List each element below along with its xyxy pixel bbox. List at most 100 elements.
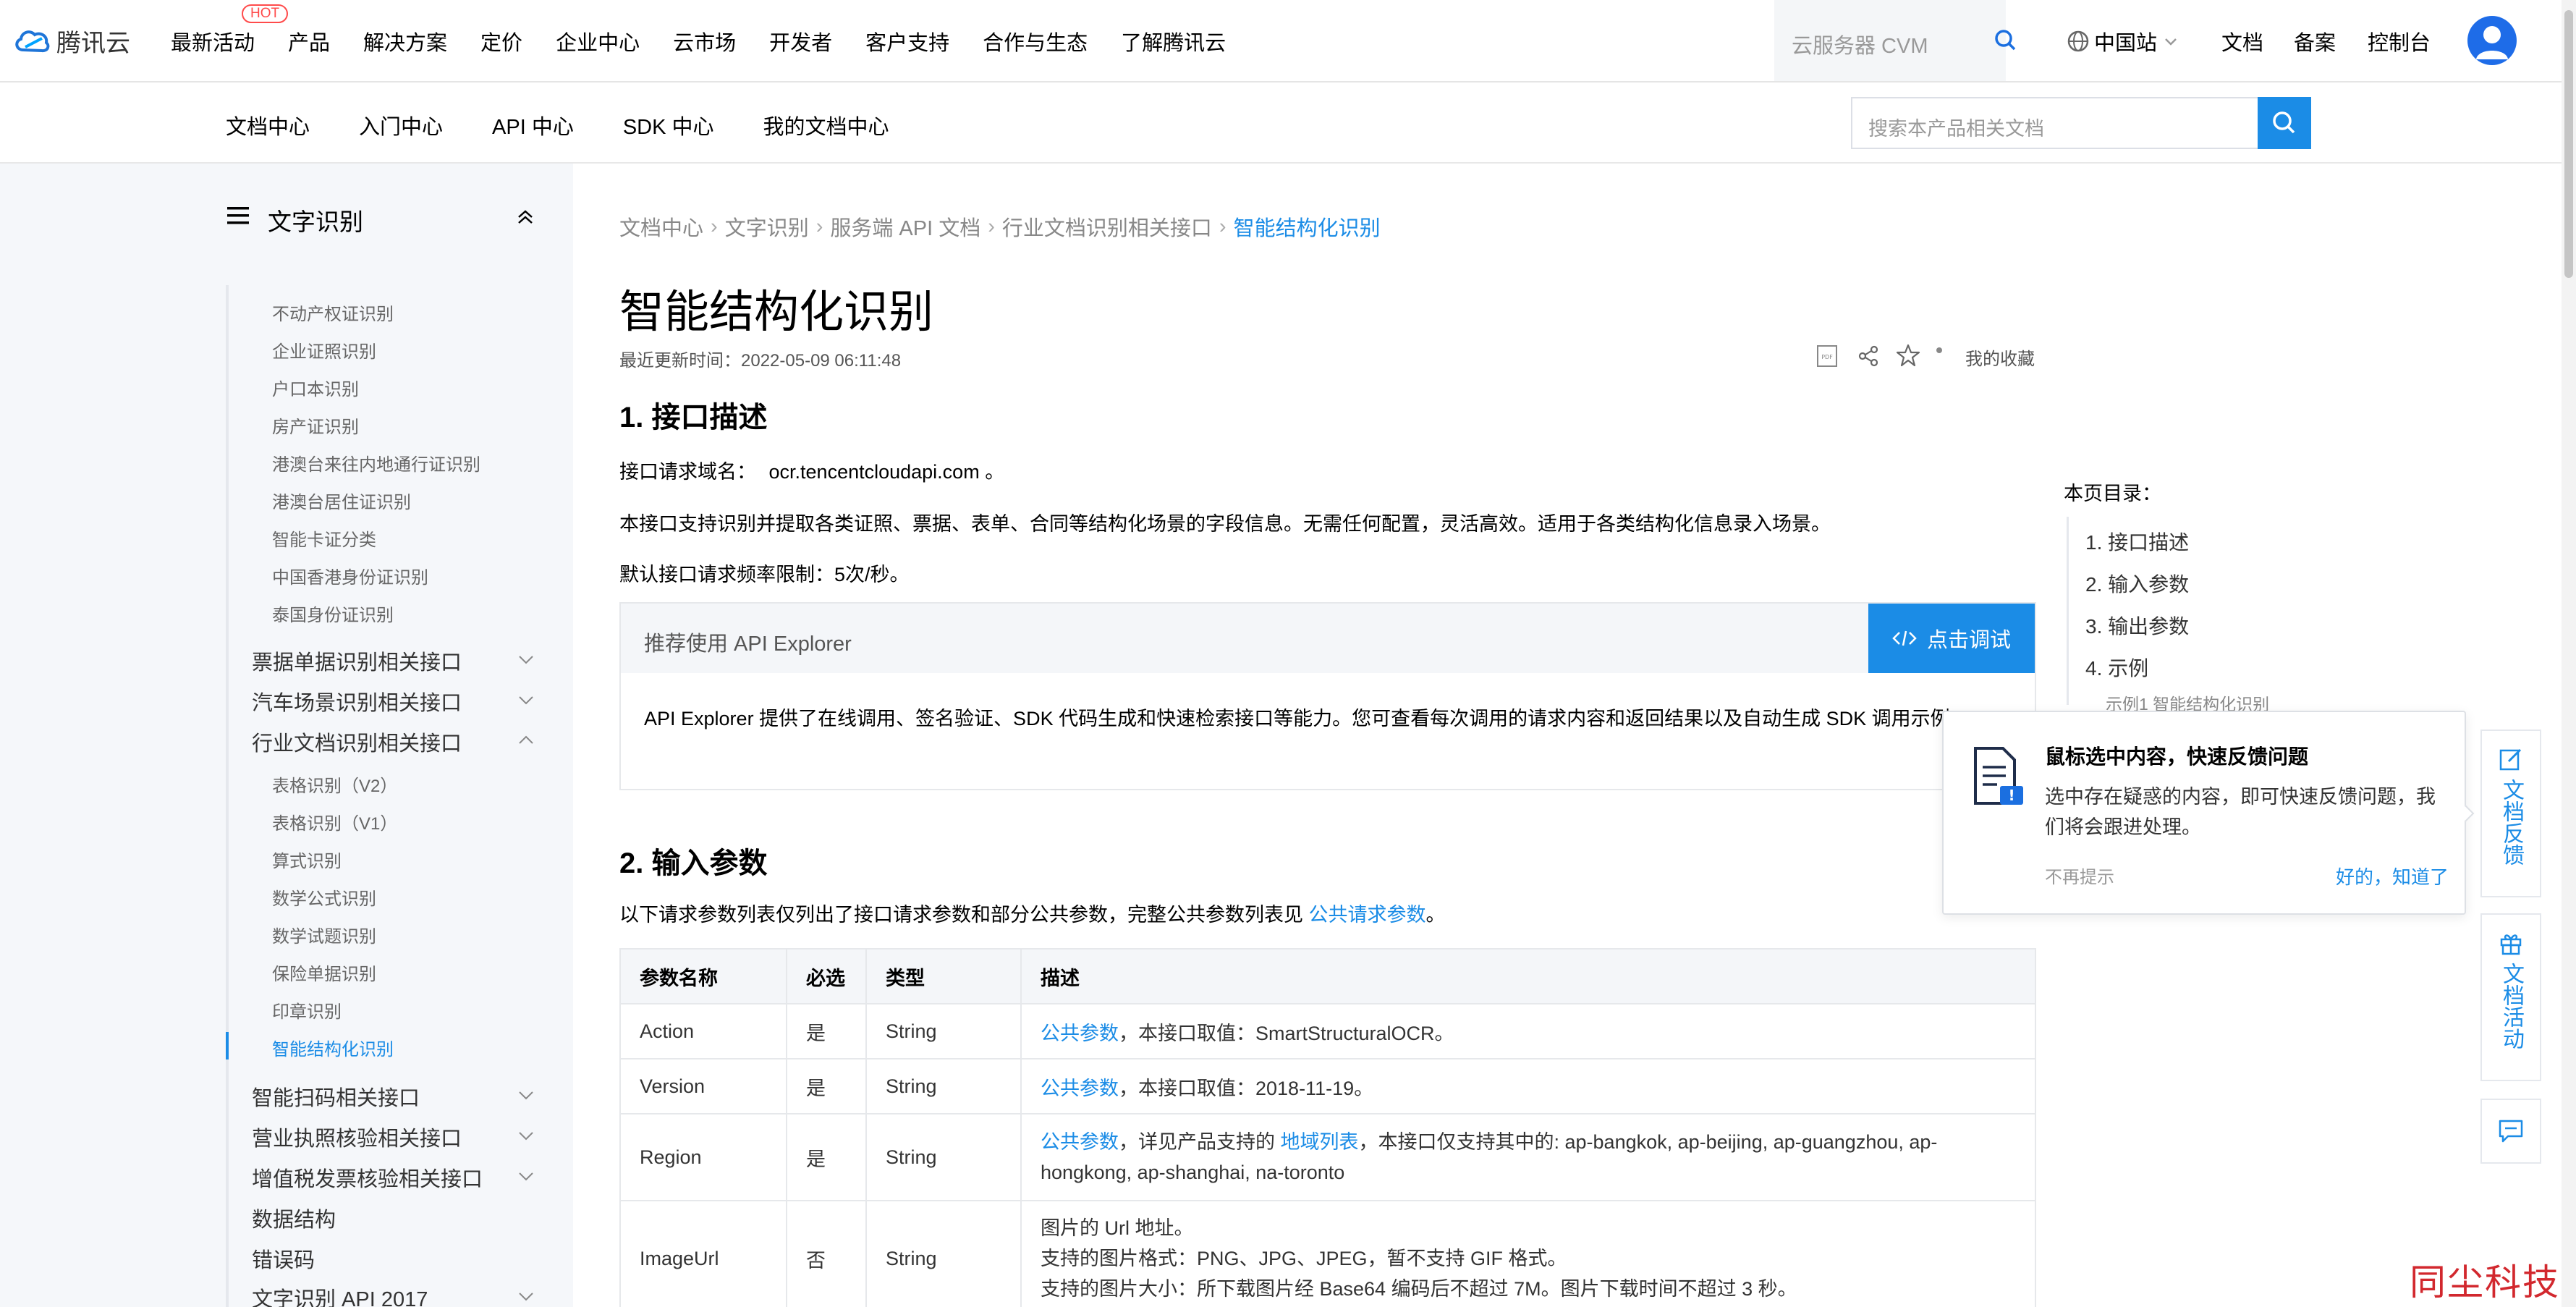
region-list-link[interactable]: 地域列表: [1281, 1131, 1359, 1153]
menu-item-partners[interactable]: 合作与生态: [983, 26, 1088, 56]
breadcrumb-item[interactable]: 服务端 API 文档: [830, 211, 980, 242]
chevron-down-icon[interactable]: [517, 1287, 535, 1306]
sidebar-group-license-verify[interactable]: 营业执照核验相关接口: [252, 1122, 462, 1152]
chevron-up-icon[interactable]: [517, 731, 535, 750]
logo-text: 腾讯云: [56, 30, 130, 57]
doc-search-button[interactable]: [2258, 97, 2311, 149]
sidebar-item-hk-id[interactable]: 中国香港身份证识别: [272, 563, 428, 588]
doc-activity-button[interactable]: 文档活动: [2480, 913, 2541, 1081]
nav-docs-link[interactable]: 文档: [2221, 26, 2263, 56]
sidebar-item-hmt-permit[interactable]: 港澳台来往内地通行证识别: [272, 450, 480, 475]
sidebar-item-data-structures[interactable]: 数据结构: [252, 1203, 336, 1233]
sidebar-item-enterprise-license[interactable]: 企业证照识别: [272, 337, 376, 363]
search-icon[interactable]: [1994, 29, 2016, 51]
input-params-intro-text: 以下请求参数列表仅列出了接口请求参数和部分公共参数，完整公共参数列表见: [619, 904, 1303, 926]
sidebar-group-vat-verify[interactable]: 增值税发票核验相关接口: [252, 1162, 483, 1193]
sidebar-item-error-codes[interactable]: 错误码: [252, 1243, 315, 1274]
common-params-link[interactable]: 公共请求参数: [1309, 904, 1426, 926]
common-params-link[interactable]: 公共参数: [1041, 1023, 1119, 1044]
subnav-doc-center[interactable]: 文档中心: [226, 110, 310, 140]
sidebar-item-household-register[interactable]: 户口本识别: [272, 375, 359, 400]
toc-item[interactable]: 3. 输出参数: [2085, 611, 2189, 640]
sidebar-item-real-estate-cert[interactable]: 不动产权证识别: [272, 300, 394, 325]
param-name: ImageUrl: [619, 1200, 787, 1307]
section-title-input-params: 2. 输入参数: [619, 847, 768, 879]
doc-search-placeholder: 搜索本产品相关文档: [1868, 118, 2044, 140]
sidebar-item-formula[interactable]: 数学公式识别: [272, 884, 376, 910]
sidebar-item-property-cert[interactable]: 房产证识别: [272, 413, 359, 438]
sidebar-item-seal[interactable]: 印章识别: [272, 997, 342, 1023]
param-description: 图片的 Url 地址。 支持的图片格式：PNG、JPG、JPEG，暂不支持 GI…: [1020, 1200, 2036, 1307]
dont-show-again-link[interactable]: 不再提示: [2045, 863, 2114, 888]
debug-button[interactable]: 点击调试: [1868, 604, 2035, 673]
sidebar-item-table-v1[interactable]: 表格识别（V1）: [272, 809, 397, 834]
sidebar-group-industry[interactable]: 行业文档识别相关接口: [252, 727, 462, 757]
sidebar-item-thai-id[interactable]: 泰国身份证识别: [272, 601, 394, 626]
pdf-icon[interactable]: PDF: [1816, 344, 1838, 368]
sidebar-group-vehicle[interactable]: 汽车场景识别相关接口: [252, 686, 462, 716]
sidebar-group-api-2017[interactable]: 文字识别 API 2017: [252, 1282, 428, 1307]
doc-feedback-button[interactable]: 文档反馈: [2480, 729, 2541, 897]
double-chevron-up-icon[interactable]: [515, 207, 535, 227]
region-label: 中国站: [2094, 32, 2158, 55]
tencent-cloud-logo[interactable]: 腾讯云: [13, 23, 130, 59]
scrollbar-thumb[interactable]: [2564, 10, 2573, 278]
sidebar-item-hmt-residence[interactable]: 港澳台居住证识别: [272, 488, 411, 513]
my-favorites-link[interactable]: 我的收藏: [1965, 344, 2035, 370]
nav-console-link[interactable]: 控制台: [2368, 26, 2431, 56]
menu-item-products[interactable]: 产品: [288, 26, 330, 56]
param-type: String: [865, 1113, 1022, 1201]
got-it-button[interactable]: 好的，知道了: [2336, 863, 2449, 889]
input-params-intro-end: 。: [1425, 904, 1446, 926]
common-params-link[interactable]: 公共参数: [1041, 1131, 1119, 1153]
toc-item[interactable]: 1. 接口描述: [2085, 527, 2189, 556]
breadcrumb-item[interactable]: 文档中心: [619, 211, 703, 242]
chat-button[interactable]: [2480, 1099, 2541, 1164]
sidebar-item-arithmetic[interactable]: 算式识别: [272, 847, 342, 872]
breadcrumb-item[interactable]: 行业文档识别相关接口: [1002, 211, 1212, 242]
chevron-down-icon[interactable]: [517, 1126, 535, 1145]
region-selector[interactable]: 中国站: [2067, 26, 2179, 56]
menu-item-pricing[interactable]: 定价: [480, 26, 522, 56]
top-search-input[interactable]: 云服务器 CVM: [1774, 0, 2006, 81]
breadcrumb-item[interactable]: 文字识别: [725, 211, 809, 242]
chevron-down-icon[interactable]: [517, 1086, 535, 1104]
user-avatar[interactable]: [2467, 16, 2517, 65]
last-updated: 最近更新时间：2022-05-09 06:11:48: [619, 351, 902, 371]
subnav-sdk-center[interactable]: SDK 中心: [623, 110, 714, 140]
common-params-link[interactable]: 公共参数: [1041, 1078, 1119, 1099]
chevron-down-icon[interactable]: [517, 650, 535, 669]
toc-title: 本页目录：: [2064, 483, 2161, 504]
toc-item[interactable]: 4. 示例: [2085, 653, 2148, 682]
share-icon[interactable]: [1857, 344, 1880, 368]
sidebar-item-insurance[interactable]: 保险单据识别: [272, 960, 376, 985]
nav-icp-link[interactable]: 备案: [2294, 26, 2336, 56]
sidebar-item-card-classify[interactable]: 智能卡证分类: [272, 525, 376, 551]
api-explorer-header: 推荐使用 API Explorer: [621, 604, 2035, 673]
param-description-line: 图片的 Url 地址。: [1041, 1217, 1194, 1239]
menu-item-about[interactable]: 了解腾讯云: [1121, 26, 1226, 56]
sidebar-item-smart-structural[interactable]: 智能结构化识别: [272, 1035, 394, 1060]
toc-item[interactable]: 2. 输入参数: [2085, 569, 2189, 598]
breadcrumb-separator: ›: [815, 214, 823, 238]
page-scrollbar[interactable]: [2562, 0, 2576, 1307]
subnav-getting-started[interactable]: 入门中心: [359, 110, 443, 140]
page-title: 智能结构化识别: [619, 287, 934, 337]
chevron-down-icon[interactable]: [517, 690, 535, 709]
chevron-down-icon[interactable]: [517, 1167, 535, 1185]
star-icon[interactable]: [1896, 343, 1920, 368]
menu-item-enterprise[interactable]: 企业中心: [556, 26, 640, 56]
sidebar-item-table-v2[interactable]: 表格识别（V2）: [272, 771, 397, 797]
subnav-my-docs[interactable]: 我的文档中心: [763, 110, 889, 140]
doc-search-input[interactable]: 搜索本产品相关文档: [1851, 97, 2311, 149]
sidebar-header[interactable]: 文字识别: [226, 200, 544, 236]
sidebar-item-math-question[interactable]: 数学试题识别: [272, 922, 376, 947]
sidebar-group-qrcode[interactable]: 智能扫码相关接口: [252, 1081, 420, 1112]
menu-item-solutions[interactable]: 解决方案: [363, 26, 447, 56]
subnav-api-center[interactable]: API 中心: [492, 110, 574, 140]
menu-item-marketplace[interactable]: 云市场: [673, 26, 736, 56]
menu-item-developers[interactable]: 开发者: [769, 26, 832, 56]
menu-item-support[interactable]: 客户支持: [865, 26, 949, 56]
sidebar-group-bills[interactable]: 票据单据识别相关接口: [252, 646, 462, 676]
menu-item-activities[interactable]: 最新活动: [171, 26, 255, 56]
